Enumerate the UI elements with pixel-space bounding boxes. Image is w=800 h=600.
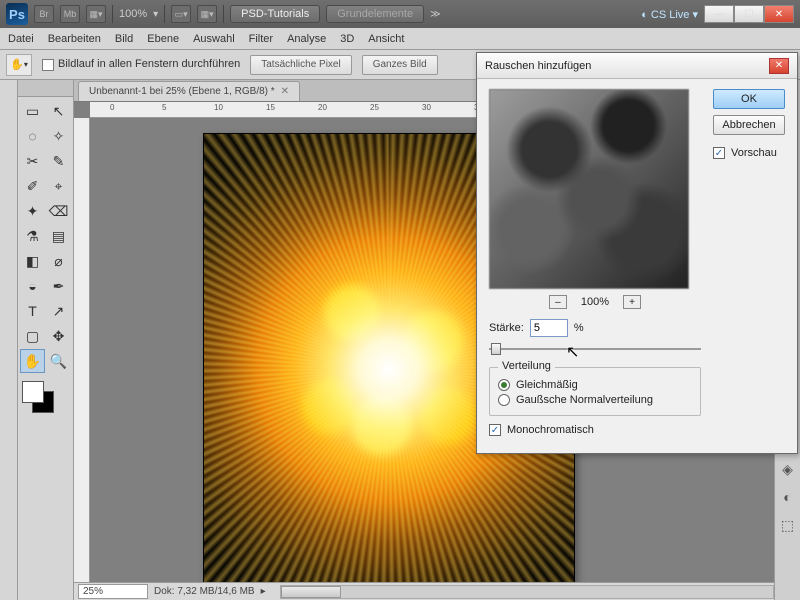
add-noise-dialog: Rauschen hinzufügen ✕ – 100% + Stärke: %… [476,52,798,454]
document-tab-close-icon[interactable]: ✕ [281,86,289,97]
tool-hand[interactable]: ✋ [20,349,45,373]
menu-auswahl[interactable]: Auswahl [193,33,235,45]
workspace-button-2[interactable]: Grundelemente [326,5,424,23]
dialog-close-icon[interactable]: ✕ [769,58,789,74]
tool-path[interactable]: T [20,299,45,323]
tool-stamp[interactable]: ✦ [20,199,45,223]
bridge-icon[interactable]: Br [34,5,54,23]
tool-shape[interactable]: ↗ [46,299,71,323]
tool-3d[interactable]: ▢ [20,324,45,348]
zoom-in-button[interactable]: + [623,295,641,309]
radio-uniform[interactable]: Gleichmäßig [498,379,692,391]
ok-button[interactable]: OK [713,89,785,109]
scroll-all-checkbox[interactable]: Bildlauf in allen Fenstern durchführen [42,58,240,70]
app-titlebar: Ps Br Mb ▦▾ 100%▾ ▭▾ ▦▾ PSD-Tutorials Gr… [0,0,800,28]
zoom-out-button[interactable]: – [549,295,567,309]
menu-filter[interactable]: Filter [249,33,273,45]
menu-datei[interactable]: Datei [8,33,34,45]
tool-select[interactable]: ↖ [46,99,71,123]
workspace-button-1[interactable]: PSD-Tutorials [230,5,320,23]
actual-pixels-button[interactable]: Tatsächliche Pixel [250,55,351,75]
tool-gradient[interactable]: ▤ [46,224,71,248]
screenmode-icon[interactable]: ▦▾ [86,5,106,23]
color-swatches[interactable] [22,381,69,417]
menubar: Datei Bearbeiten Bild Ebene Auswahl Filt… [0,28,800,50]
tool-eraser[interactable]: ⚗ [20,224,45,248]
document-tab-title: Unbenannt-1 bei 25% (Ebene 1, RGB/8) * [89,86,275,97]
menu-ebene[interactable]: Ebene [147,33,179,45]
status-menu-icon[interactable]: ▸ [261,586,266,597]
styles-icon[interactable]: ⬚ [779,516,797,534]
radio-gaussian[interactable]: Gaußsche Normalverteilung [498,394,692,406]
tool-eyedropper[interactable]: ✎ [46,149,71,173]
status-bar: 25% Dok: 7,32 MB/14,6 MB ▸ [74,582,774,600]
extras-icon[interactable]: ▦▾ [197,5,217,23]
noise-preview[interactable] [489,89,689,289]
tool-blur[interactable]: ◧ [20,249,45,273]
amount-input[interactable] [530,319,568,337]
current-tool-icon[interactable]: ✋▾ [6,54,32,76]
dialog-titlebar[interactable]: Rauschen hinzufügen ✕ [477,53,797,79]
tool-crop[interactable]: ✂ [20,149,45,173]
amount-unit: % [574,322,584,334]
ps-logo: Ps [6,3,28,25]
tool-zoom[interactable]: 🔍 [46,349,71,373]
menu-3d[interactable]: 3D [340,33,354,45]
tool-pen[interactable]: ◒ [20,274,45,298]
preview-zoom: 100% [581,296,609,308]
distribution-group: Verteilung Gleichmäßig Gaußsche Normalve… [489,367,701,416]
menu-ansicht[interactable]: Ansicht [368,33,404,45]
tool-dodge[interactable]: ⌀ [46,249,71,273]
tool-lasso[interactable]: ◌ [20,124,45,148]
h-scrollbar[interactable] [280,585,774,599]
tool-move[interactable]: ▭ [20,99,45,123]
tool-3drotate[interactable]: ✥ [46,324,71,348]
tool-heal[interactable]: ✐ [20,174,45,198]
tools-panel: ▭ ↖ ◌ ✧ ✂ ✎ ✐ ⌖ ✦ ⌫ ⚗ ▤ ◧ ⌀ ◒ ✒ T ↗ ▢ ✥ … [18,80,74,600]
cancel-button[interactable]: Abbrechen [713,115,785,135]
minibridge-icon[interactable]: Mb [60,5,80,23]
window-maximize[interactable]: ☐ [734,5,764,23]
tool-type[interactable]: ✒ [46,274,71,298]
zoom-field[interactable]: 25% [78,584,148,599]
adjustments-icon[interactable]: ◐ [779,488,797,506]
document-tab[interactable]: Unbenannt-1 bei 25% (Ebene 1, RGB/8) * ✕ [78,81,300,101]
amount-label: Stärke: [489,322,524,334]
arrange-icon[interactable]: ▭▾ [171,5,191,23]
doc-size-label: Dok: 7,32 MB/14,6 MB [154,586,255,597]
dialog-title: Rauschen hinzufügen [485,60,763,72]
foreground-swatch[interactable] [22,381,44,403]
menu-analyse[interactable]: Analyse [287,33,326,45]
monochromatic-checkbox[interactable]: ✓Monochromatisch [489,424,701,436]
tool-history[interactable]: ⌫ [46,199,71,223]
tool-brush[interactable]: ⌖ [46,174,71,198]
fit-screen-button[interactable]: Ganzes Bild [362,55,438,75]
menu-bild[interactable]: Bild [115,33,133,45]
window-minimize[interactable]: — [704,5,734,23]
tool-wand[interactable]: ✧ [46,124,71,148]
zoom-display[interactable]: 100% [119,8,147,20]
distribution-legend: Verteilung [498,360,555,372]
window-close[interactable]: ✕ [764,5,794,23]
layers-icon[interactable]: ◈ [779,460,797,478]
left-dock-stub[interactable] [0,80,18,600]
amount-slider[interactable] [489,341,701,357]
workspace-more-icon[interactable]: ≫ [430,9,440,20]
preview-checkbox[interactable]: ✓Vorschau [713,147,785,159]
menu-bearbeiten[interactable]: Bearbeiten [48,33,101,45]
cslive-button[interactable]: ◐ CS Live ▾ [641,8,698,21]
